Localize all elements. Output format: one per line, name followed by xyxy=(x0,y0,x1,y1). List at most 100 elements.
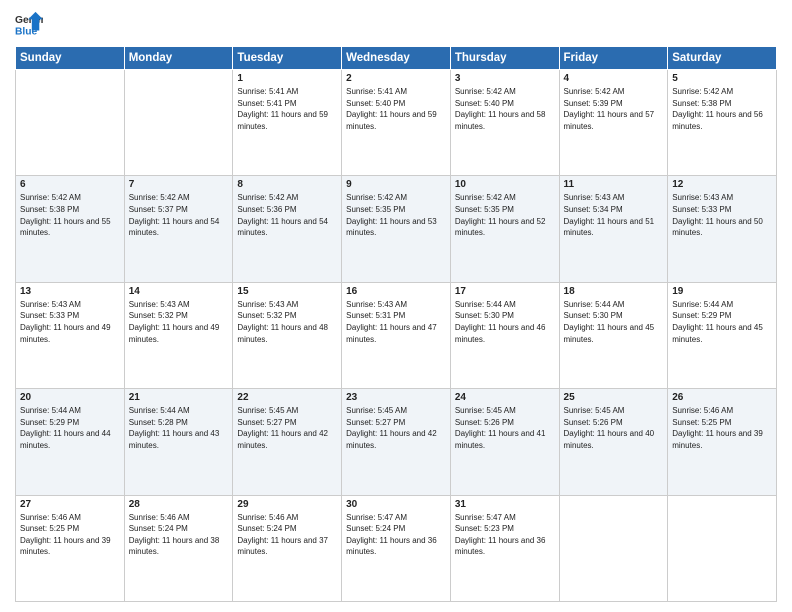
day-info: Sunrise: 5:47 AMSunset: 5:24 PMDaylight:… xyxy=(346,512,446,558)
day-info: Sunrise: 5:43 AMSunset: 5:31 PMDaylight:… xyxy=(346,299,446,345)
weekday-tuesday: Tuesday xyxy=(233,47,342,70)
day-number: 5 xyxy=(672,73,772,84)
day-number: 28 xyxy=(129,499,229,510)
day-number: 4 xyxy=(564,73,664,84)
day-number: 29 xyxy=(237,499,337,510)
day-info: Sunrise: 5:46 AMSunset: 5:24 PMDaylight:… xyxy=(129,512,229,558)
day-number: 14 xyxy=(129,286,229,297)
day-number: 15 xyxy=(237,286,337,297)
day-info: Sunrise: 5:45 AMSunset: 5:26 PMDaylight:… xyxy=(455,405,555,451)
logo: General Blue xyxy=(15,10,43,38)
day-number: 1 xyxy=(237,73,337,84)
calendar-cell: 10Sunrise: 5:42 AMSunset: 5:35 PMDayligh… xyxy=(450,176,559,282)
day-number: 24 xyxy=(455,392,555,403)
calendar-cell: 24 Sunrise: 5:45 AMSunset: 5:26 PMDayligh… xyxy=(450,389,559,495)
week-row-3: 13 Sunrise: 5:43 AMSunset: 5:33 PMDayligh… xyxy=(16,282,777,388)
day-number: 13 xyxy=(20,286,120,297)
calendar-cell: 8 Sunrise: 5:42 AMSunset: 5:36 PMDaylight… xyxy=(233,176,342,282)
day-info: Sunrise: 5:42 AMSunset: 5:37 PMDaylight:… xyxy=(129,192,229,238)
day-info: Sunrise: 5:43 AMSunset: 5:32 PMDaylight:… xyxy=(129,299,229,345)
weekday-friday: Friday xyxy=(559,47,668,70)
day-info: Sunrise: 5:44 AMSunset: 5:29 PMDaylight:… xyxy=(672,299,772,345)
calendar-cell: 15 Sunrise: 5:43 AMSunset: 5:32 PMDayligh… xyxy=(233,282,342,388)
day-info: Sunrise: 5:44 AMSunset: 5:29 PMDaylight:… xyxy=(20,405,120,451)
calendar-cell: 19 Sunrise: 5:44 AMSunset: 5:29 PMDayligh… xyxy=(668,282,777,388)
calendar-cell: 11 Sunrise: 5:43 AMSunset: 5:34 PMDayligh… xyxy=(559,176,668,282)
day-number: 3 xyxy=(455,73,555,84)
day-number: 27 xyxy=(20,499,120,510)
day-number: 17 xyxy=(455,286,555,297)
day-info: Sunrise: 5:45 AMSunset: 5:27 PMDaylight:… xyxy=(346,405,446,451)
weekday-thursday: Thursday xyxy=(450,47,559,70)
day-info: Sunrise: 5:42 AMSunset: 5:38 PMDaylight:… xyxy=(20,192,120,238)
day-number: 26 xyxy=(672,392,772,403)
day-info: Sunrise: 5:42 AMSunset: 5:38 PMDaylight:… xyxy=(672,86,772,132)
day-number: 16 xyxy=(346,286,446,297)
calendar-cell: 7 Sunrise: 5:42 AMSunset: 5:37 PMDaylight… xyxy=(124,176,233,282)
page: General Blue SundayMondayTuesdayWednesda… xyxy=(0,0,792,612)
calendar-table: SundayMondayTuesdayWednesdayThursdayFrid… xyxy=(15,46,777,602)
day-number: 21 xyxy=(129,392,229,403)
day-info: Sunrise: 5:45 AMSunset: 5:26 PMDaylight:… xyxy=(564,405,664,451)
calendar-cell xyxy=(16,70,125,176)
day-number: 9 xyxy=(346,179,446,190)
calendar-cell: 3 Sunrise: 5:42 AMSunset: 5:40 PMDaylight… xyxy=(450,70,559,176)
weekday-wednesday: Wednesday xyxy=(342,47,451,70)
day-number: 2 xyxy=(346,73,446,84)
day-info: Sunrise: 5:46 AMSunset: 5:25 PMDaylight:… xyxy=(672,405,772,451)
day-number: 7 xyxy=(129,179,229,190)
weekday-saturday: Saturday xyxy=(668,47,777,70)
day-info: Sunrise: 5:42 AMSunset: 5:36 PMDaylight:… xyxy=(237,192,337,238)
weekday-header: SundayMondayTuesdayWednesdayThursdayFrid… xyxy=(16,47,777,70)
calendar-cell: 27 Sunrise: 5:46 AMSunset: 5:25 PMDayligh… xyxy=(16,495,125,601)
calendar-cell xyxy=(559,495,668,601)
week-row-5: 27 Sunrise: 5:46 AMSunset: 5:25 PMDayligh… xyxy=(16,495,777,601)
weekday-sunday: Sunday xyxy=(16,47,125,70)
day-info: Sunrise: 5:43 AMSunset: 5:33 PMDaylight:… xyxy=(20,299,120,345)
calendar-cell: 25Sunrise: 5:45 AMSunset: 5:26 PMDayligh… xyxy=(559,389,668,495)
day-info: Sunrise: 5:43 AMSunset: 5:33 PMDaylight:… xyxy=(672,192,772,238)
calendar-cell: 14 Sunrise: 5:43 AMSunset: 5:32 PMDayligh… xyxy=(124,282,233,388)
day-info: Sunrise: 5:43 AMSunset: 5:34 PMDaylight:… xyxy=(564,192,664,238)
calendar-cell: 1 Sunrise: 5:41 AMSunset: 5:41 PMDaylight… xyxy=(233,70,342,176)
week-row-4: 20 Sunrise: 5:44 AMSunset: 5:29 PMDayligh… xyxy=(16,389,777,495)
calendar-cell: 17 Sunrise: 5:44 AMSunset: 5:30 PMDayligh… xyxy=(450,282,559,388)
day-info: Sunrise: 5:45 AMSunset: 5:27 PMDaylight:… xyxy=(237,405,337,451)
day-number: 22 xyxy=(237,392,337,403)
day-number: 31 xyxy=(455,499,555,510)
day-number: 12 xyxy=(672,179,772,190)
calendar-cell: 12 Sunrise: 5:43 AMSunset: 5:33 PMDayligh… xyxy=(668,176,777,282)
calendar-cell xyxy=(124,70,233,176)
calendar-cell: 30 Sunrise: 5:47 AMSunset: 5:24 PMDayligh… xyxy=(342,495,451,601)
calendar-cell: 21Sunrise: 5:44 AMSunset: 5:28 PMDayligh… xyxy=(124,389,233,495)
header: General Blue xyxy=(15,10,777,38)
calendar-cell: 20 Sunrise: 5:44 AMSunset: 5:29 PMDayligh… xyxy=(16,389,125,495)
day-info: Sunrise: 5:47 AMSunset: 5:23 PMDaylight:… xyxy=(455,512,555,558)
day-info: Sunrise: 5:44 AMSunset: 5:30 PMDaylight:… xyxy=(564,299,664,345)
calendar-cell: 16 Sunrise: 5:43 AMSunset: 5:31 PMDayligh… xyxy=(342,282,451,388)
day-info: Sunrise: 5:46 AMSunset: 5:25 PMDaylight:… xyxy=(20,512,120,558)
day-number: 20 xyxy=(20,392,120,403)
day-info: Sunrise: 5:46 AMSunset: 5:24 PMDaylight:… xyxy=(237,512,337,558)
day-info: Sunrise: 5:41 AMSunset: 5:41 PMDaylight:… xyxy=(237,86,337,132)
calendar-cell: 28 Sunrise: 5:46 AMSunset: 5:24 PMDayligh… xyxy=(124,495,233,601)
day-number: 10 xyxy=(455,179,555,190)
calendar-cell: 23Sunrise: 5:45 AMSunset: 5:27 PMDayligh… xyxy=(342,389,451,495)
day-info: Sunrise: 5:42 AMSunset: 5:40 PMDaylight:… xyxy=(455,86,555,132)
day-number: 8 xyxy=(237,179,337,190)
calendar-cell: 2Sunrise: 5:41 AMSunset: 5:40 PMDaylight… xyxy=(342,70,451,176)
calendar-cell: 5 Sunrise: 5:42 AMSunset: 5:38 PMDaylight… xyxy=(668,70,777,176)
calendar-cell: 9Sunrise: 5:42 AMSunset: 5:35 PMDaylight… xyxy=(342,176,451,282)
day-number: 11 xyxy=(564,179,664,190)
day-number: 30 xyxy=(346,499,446,510)
day-info: Sunrise: 5:44 AMSunset: 5:30 PMDaylight:… xyxy=(455,299,555,345)
week-row-1: 1 Sunrise: 5:41 AMSunset: 5:41 PMDaylight… xyxy=(16,70,777,176)
day-number: 19 xyxy=(672,286,772,297)
weekday-monday: Monday xyxy=(124,47,233,70)
calendar-cell: 13 Sunrise: 5:43 AMSunset: 5:33 PMDayligh… xyxy=(16,282,125,388)
calendar-cell: 31 Sunrise: 5:47 AMSunset: 5:23 PMDayligh… xyxy=(450,495,559,601)
logo-icon: General Blue xyxy=(15,10,43,38)
calendar-cell: 6Sunrise: 5:42 AMSunset: 5:38 PMDaylight… xyxy=(16,176,125,282)
calendar-cell: 29 Sunrise: 5:46 AMSunset: 5:24 PMDayligh… xyxy=(233,495,342,601)
day-info: Sunrise: 5:43 AMSunset: 5:32 PMDaylight:… xyxy=(237,299,337,345)
